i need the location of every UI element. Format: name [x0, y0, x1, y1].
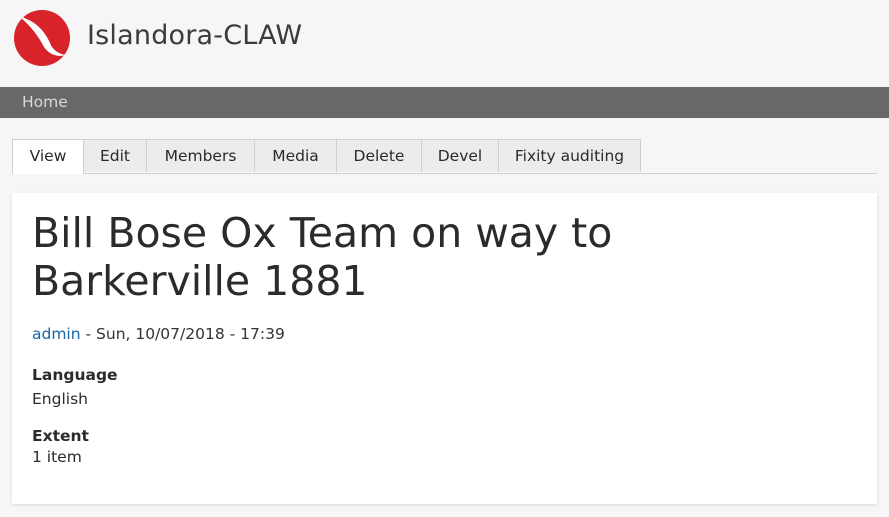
- site-header: Islandora-CLAW: [0, 0, 889, 87]
- field-value-language: English: [32, 390, 88, 408]
- nav-home-link[interactable]: Home: [22, 93, 68, 111]
- tab-fixity-auditing[interactable]: Fixity auditing: [498, 139, 641, 172]
- node-content: Bill Bose Ox Team on way to Barkerville …: [12, 193, 877, 504]
- site-name[interactable]: Islandora-CLAW: [87, 20, 302, 51]
- tab-label: Delete: [353, 147, 405, 165]
- tab-label: View: [29, 147, 67, 165]
- local-tasks-tabs: View Edit Members Media Delete Devel Fix…: [12, 139, 877, 174]
- tab-label: Devel: [437, 147, 483, 165]
- node-byline: admin - Sun, 10/07/2018 - 17:39: [32, 325, 285, 343]
- tab-media[interactable]: Media: [254, 139, 337, 172]
- page-title: Bill Bose Ox Team on way to Barkerville …: [32, 209, 613, 305]
- tab-devel[interactable]: Devel: [421, 139, 499, 172]
- tab-delete[interactable]: Delete: [336, 139, 422, 172]
- author-link[interactable]: admin: [32, 325, 81, 343]
- submitted-date: - Sun, 10/07/2018 - 17:39: [80, 325, 285, 343]
- main-navigation: Home: [0, 87, 889, 118]
- tab-label: Edit: [99, 147, 131, 165]
- tab-members[interactable]: Members: [146, 139, 255, 172]
- tab-label: Media: [272, 147, 319, 165]
- tab-view[interactable]: View: [12, 139, 84, 174]
- field-label-language: Language: [32, 366, 118, 384]
- tab-label: Members: [164, 147, 237, 165]
- tab-edit[interactable]: Edit: [83, 139, 147, 172]
- islandora-logo-icon[interactable]: [12, 9, 72, 67]
- field-label-extent: Extent: [32, 427, 89, 445]
- tab-label: Fixity auditing: [514, 147, 625, 165]
- field-value-extent: 1 item: [32, 448, 82, 466]
